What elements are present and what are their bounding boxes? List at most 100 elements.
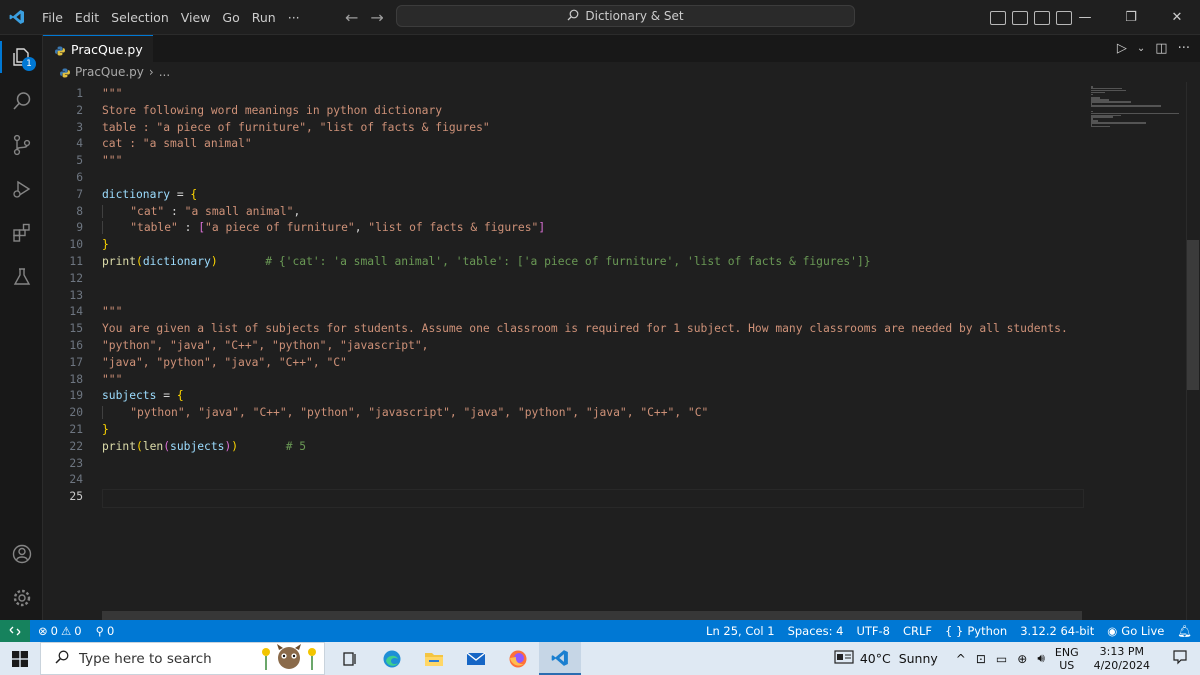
weather-text: 40°C Sunny	[859, 651, 938, 666]
minimap-row	[1091, 125, 1110, 128]
line-number: 24	[69, 473, 83, 487]
run-dropdown-chevron-icon[interactable]: ⌄	[1137, 43, 1145, 54]
ports-indicator[interactable]: ⚲ 0	[96, 624, 115, 638]
minimap-row	[1091, 116, 1114, 118]
weather-widget[interactable]: 40°C Sunny	[829, 650, 943, 667]
volume-icon[interactable]: 🔊︎	[1032, 651, 1050, 666]
code-line-1: """	[102, 87, 123, 100]
menu-bar: File Edit Selection View Go Run ···	[36, 0, 306, 35]
vscode-taskbar-icon[interactable]	[539, 642, 581, 675]
navigation-arrows: ← →	[345, 0, 384, 35]
code-line-21: }	[102, 422, 109, 436]
file-explorer-icon[interactable]	[413, 642, 455, 675]
tab-filename: PracQue.py	[71, 41, 143, 57]
mail-icon[interactable]	[455, 642, 497, 675]
menu-go[interactable]: Go	[216, 0, 245, 35]
run-file-icon[interactable]: ▷	[1117, 41, 1127, 56]
clock[interactable]: 3:13 PM 4/20/2024	[1084, 645, 1160, 673]
activity-bar: 1	[0, 35, 43, 620]
line-number: 15	[69, 322, 83, 336]
code-editor[interactable]: 1 2 3 4 5 6 7 8 9 10 11 12 13 14 15 16 17 18 19 20 21 22 23 24 2…	[43, 82, 1200, 620]
code-line-17: "java", "python", "java", "C++", "C"	[102, 355, 347, 369]
windows-start-icon[interactable]	[0, 642, 40, 675]
line-number: 11	[69, 254, 83, 268]
source-control-icon[interactable]	[0, 123, 43, 167]
notification-center-icon[interactable]	[1160, 649, 1200, 668]
taskbar-search-icon	[55, 650, 69, 668]
menu-more[interactable]: ···	[282, 0, 306, 35]
line-number: 4	[76, 137, 83, 151]
code-area[interactable]: """ Store following word meanings in pyt…	[102, 86, 1102, 508]
line-number: 10	[69, 238, 83, 252]
line-number: 17	[69, 355, 83, 369]
close-icon[interactable]: ✕	[1154, 10, 1200, 25]
toggle-primary-sidebar-icon[interactable]	[990, 10, 1006, 25]
tab-pracque-py[interactable]: PracQue.py	[43, 35, 153, 62]
toggle-panel-icon[interactable]	[1012, 10, 1028, 25]
code-line-14: """	[102, 305, 123, 319]
horizontal-scrollbar[interactable]	[102, 611, 1082, 620]
network-icon[interactable]: ⊡	[971, 652, 991, 666]
menu-view[interactable]: View	[175, 0, 217, 35]
taskbar-search-box[interactable]: Type here to search	[40, 642, 325, 675]
explorer-icon[interactable]: 1	[0, 35, 43, 79]
accounts-icon[interactable]	[0, 532, 43, 576]
breadcrumb-symbols[interactable]: ...	[159, 65, 170, 79]
run-debug-icon[interactable]	[0, 167, 43, 211]
globe-icon[interactable]: ⊕	[1012, 652, 1032, 666]
title-bar: File Edit Selection View Go Run ··· ← → …	[0, 0, 1200, 35]
breadcrumb: PracQue.py › ...	[43, 62, 1200, 82]
code-line-18: """	[102, 372, 123, 386]
notifications-bell-icon[interactable]: 🔔︎	[1177, 624, 1192, 638]
restore-icon[interactable]: ❐	[1108, 10, 1154, 25]
minimize-icon[interactable]: —	[1062, 10, 1108, 25]
line-number: 5	[76, 154, 83, 168]
toggle-secondary-sidebar-icon[interactable]	[1034, 10, 1050, 25]
problems-indicator[interactable]: ⊗ 0 ⚠ 0	[38, 624, 82, 638]
extensions-icon[interactable]	[0, 211, 43, 255]
command-center[interactable]: Dictionary & Set	[396, 5, 855, 27]
status-bar: ⊗ 0 ⚠ 0 ⚲ 0 Ln 25, Col 1 Spaces: 4 UTF-8 CR…	[0, 620, 1200, 642]
line-number: 14	[69, 305, 83, 319]
line-number: 20	[69, 406, 83, 420]
menu-file[interactable]: File	[36, 0, 69, 35]
split-editor-icon[interactable]: ◫	[1155, 41, 1167, 56]
firefox-icon[interactable]	[497, 642, 539, 675]
python-interpreter[interactable]: 3.12.2 64-bit	[1020, 624, 1094, 638]
testing-icon[interactable]	[0, 255, 43, 299]
file-encoding[interactable]: UTF-8	[856, 624, 890, 638]
show-hidden-icons-chevron-icon[interactable]: ^	[951, 652, 971, 666]
go-live-button[interactable]: ◉ Go Live	[1107, 624, 1164, 638]
cursor-position[interactable]: Ln 25, Col 1	[706, 624, 775, 638]
settings-gear-icon[interactable]	[0, 576, 43, 620]
minimap-row	[1091, 122, 1147, 124]
forward-arrow-icon[interactable]: →	[370, 8, 383, 27]
task-view-icon[interactable]	[329, 642, 371, 675]
error-icon: ⊗	[38, 624, 48, 638]
breadcrumb-file[interactable]: PracQue.py	[75, 65, 144, 79]
vertical-scrollbar[interactable]	[1186, 82, 1200, 620]
code-line-2: Store following word meanings in python …	[102, 103, 443, 117]
minimap[interactable]	[1089, 82, 1186, 620]
search-icon	[567, 9, 579, 24]
indentation[interactable]: Spaces: 4	[788, 624, 844, 638]
language-mode[interactable]: { } Python	[945, 624, 1007, 638]
menu-selection[interactable]: Selection	[105, 0, 175, 35]
line-number: 1	[76, 87, 83, 100]
line-number: 2	[76, 103, 83, 117]
battery-icon[interactable]: ▭	[991, 652, 1012, 666]
line-number: 18	[69, 372, 83, 386]
code-line-16: "python", "java", "C++", "python", "java…	[102, 338, 429, 352]
menu-run[interactable]: Run	[246, 0, 282, 35]
remote-indicator-icon[interactable]	[0, 620, 30, 642]
end-of-line[interactable]: CRLF	[903, 624, 932, 638]
line-number: 12	[69, 271, 83, 285]
edge-browser-icon[interactable]	[371, 642, 413, 675]
more-actions-icon[interactable]: ···	[1178, 41, 1190, 56]
menu-edit[interactable]: Edit	[69, 0, 105, 35]
vertical-scrollbar-thumb[interactable]	[1187, 240, 1199, 390]
search-view-icon[interactable]	[0, 79, 43, 123]
code-line-25-cursor[interactable]	[102, 489, 1102, 508]
language-indicator[interactable]: ENG US	[1050, 646, 1084, 672]
back-arrow-icon[interactable]: ←	[345, 8, 358, 27]
